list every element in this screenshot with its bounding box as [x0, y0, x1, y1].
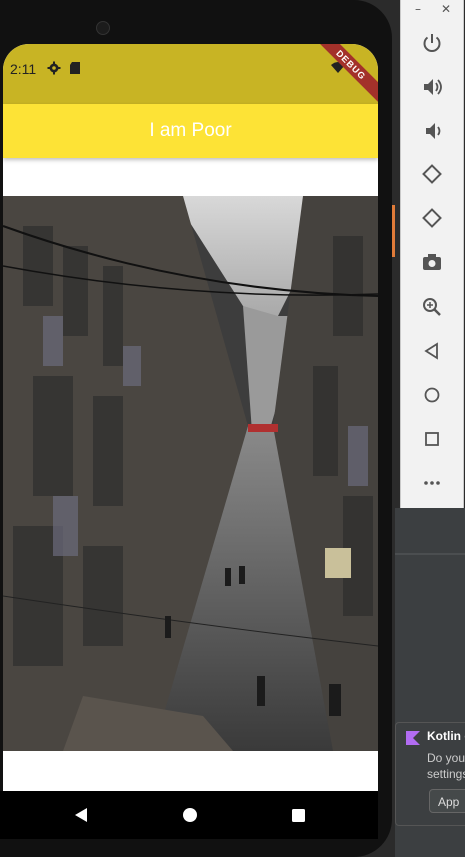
minimize-button[interactable]: – — [415, 2, 421, 16]
zoom-button[interactable] — [419, 294, 445, 320]
notification-title: Kotlin c — [427, 729, 465, 743]
ide-focus-marker — [392, 205, 395, 257]
poor-street-image — [3, 196, 378, 751]
close-button[interactable]: ✕ — [441, 2, 451, 16]
kotlin-notification[interactable]: Kotlin c Do you settings App — [395, 722, 465, 826]
volume-up-icon — [424, 79, 442, 95]
overview-button[interactable] — [419, 426, 445, 452]
volume-up-button[interactable] — [419, 74, 445, 100]
volume-down-icon — [426, 123, 441, 139]
debug-banner: DEBUG — [314, 44, 378, 102]
power-icon — [423, 34, 441, 52]
status-time: 2:11 — [10, 61, 37, 77]
more-button[interactable] — [419, 470, 445, 496]
ide-divider — [395, 553, 465, 555]
power-button[interactable] — [419, 30, 445, 56]
nav-home-button[interactable] — [178, 803, 202, 827]
nav-back-button[interactable] — [69, 803, 93, 827]
camera-icon — [423, 254, 441, 270]
overview-square-icon — [291, 808, 305, 822]
phone-frame: 2:11 DEBUG I am Poor — [0, 0, 392, 857]
volume-down-button[interactable] — [419, 118, 445, 144]
zoom-icon — [423, 298, 441, 316]
notification-text-line1: Do you — [427, 751, 465, 765]
device-screen: 2:11 DEBUG I am Poor — [3, 44, 378, 791]
back-button[interactable] — [419, 338, 445, 364]
kotlin-icon — [406, 731, 420, 745]
back-icon — [424, 342, 438, 360]
notification-text-line2: settings — [427, 767, 465, 781]
overview-icon — [425, 432, 439, 446]
notification-action-button[interactable]: App — [429, 789, 465, 813]
back-triangle-icon — [75, 808, 87, 822]
app-title: I am Poor — [149, 120, 232, 141]
rotate-left-button[interactable] — [419, 161, 445, 187]
emulator-toolbar: – ✕ — [400, 0, 464, 508]
home-icon — [424, 387, 440, 403]
rotate-left-icon — [422, 164, 442, 184]
more-icon — [424, 481, 440, 485]
sd-card-icon — [70, 62, 80, 74]
front-camera — [96, 21, 110, 35]
screenshot-button[interactable] — [419, 249, 445, 275]
home-button[interactable] — [419, 382, 445, 408]
rotate-right-button[interactable] — [419, 205, 445, 231]
nav-overview-button[interactable] — [286, 803, 310, 827]
settings-icon — [47, 61, 61, 75]
rotate-right-icon — [422, 208, 442, 228]
home-circle-icon — [183, 808, 197, 822]
status-bar: 2:11 DEBUG — [3, 44, 378, 104]
android-nav-bar — [0, 791, 378, 839]
app-bar: I am Poor — [3, 104, 378, 158]
